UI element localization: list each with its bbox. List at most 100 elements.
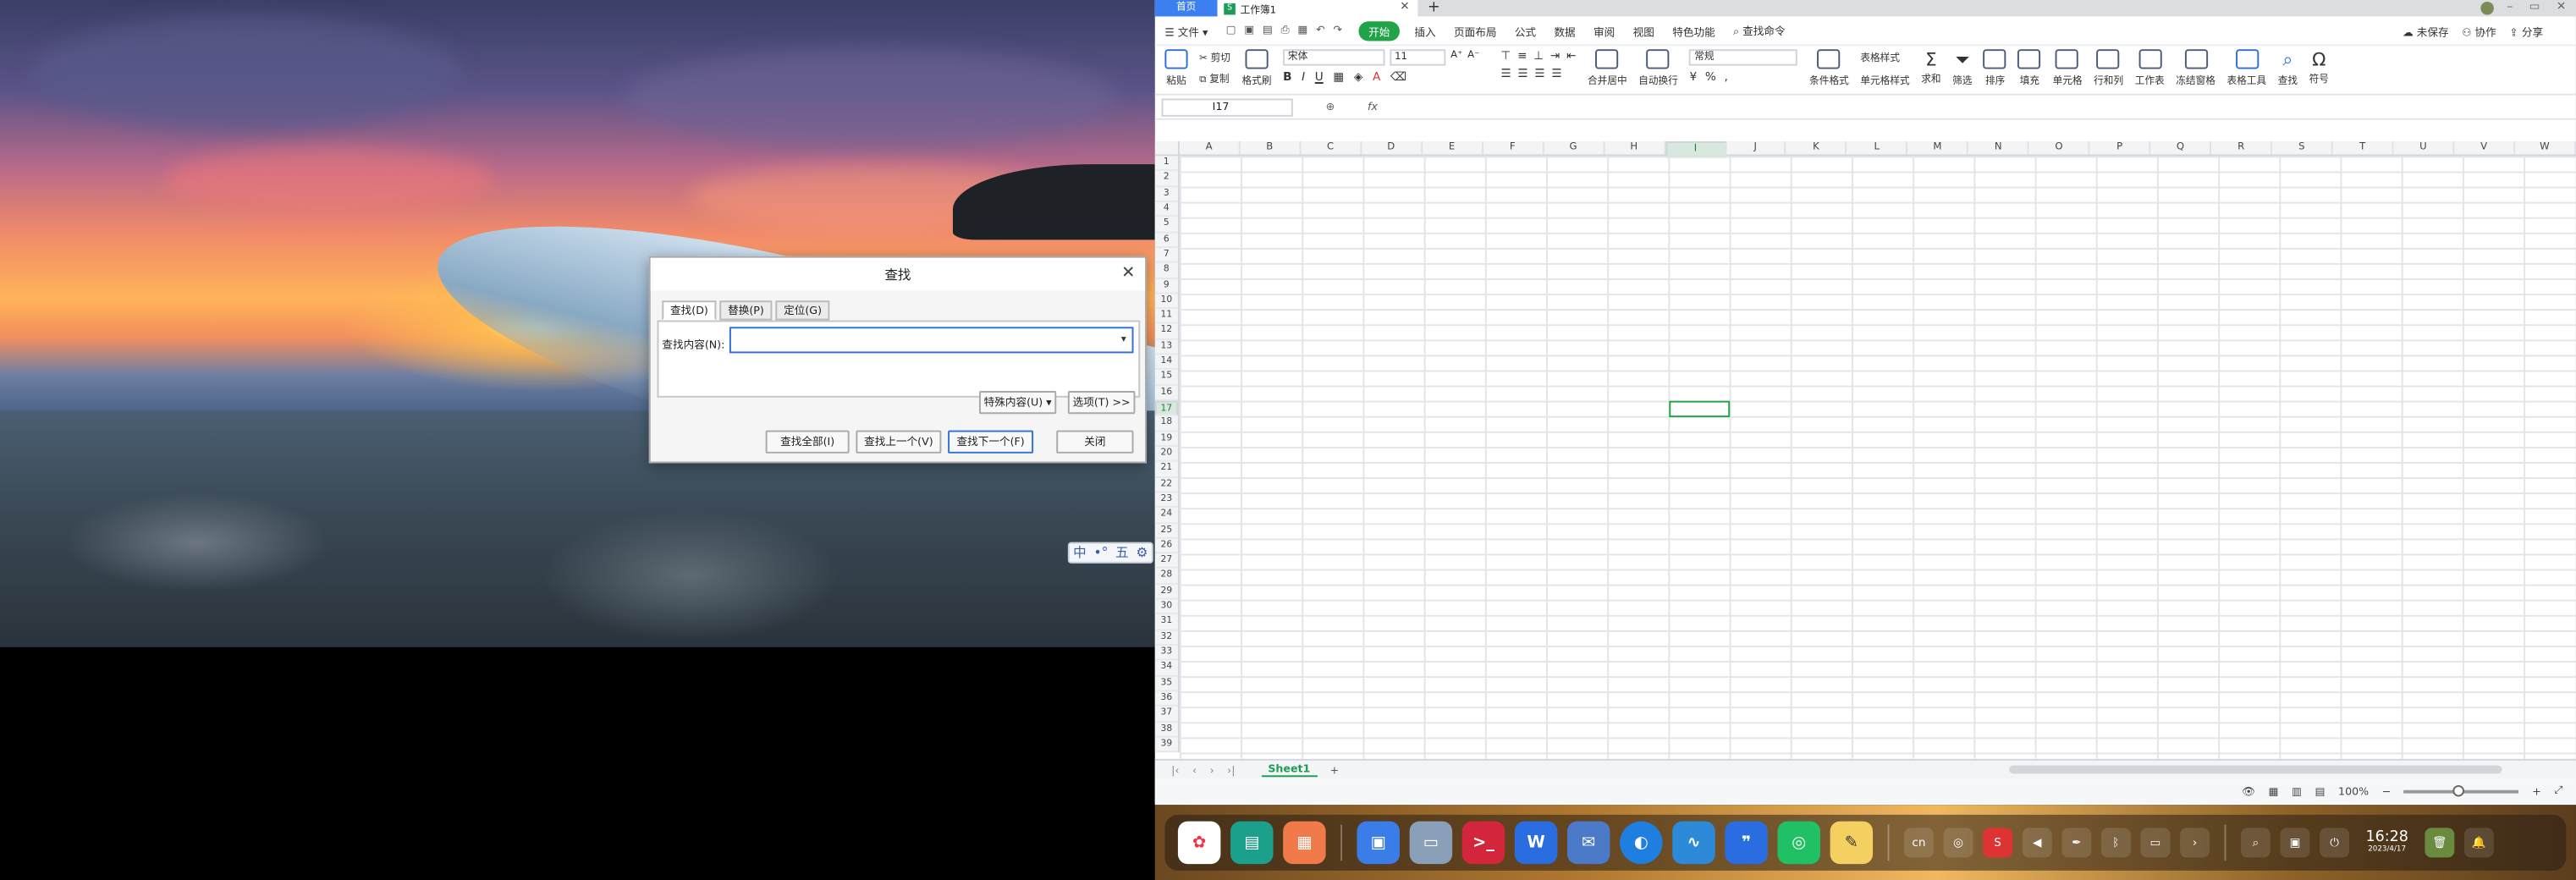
tab-features[interactable]: 特色功能 (1672, 22, 1715, 39)
find-prev-button[interactable]: 查找上一个(V) (856, 430, 942, 454)
app-store-icon[interactable]: ▦ (1283, 821, 1326, 865)
row-header[interactable]: 15 (1154, 371, 1178, 386)
table-style-button[interactable]: 表格样式 (1860, 49, 1900, 64)
conditional-format-button[interactable]: 条件格式 (1809, 49, 1849, 87)
minimize-icon[interactable]: – (2507, 0, 2513, 14)
row-header[interactable]: 6 (1154, 233, 1178, 248)
currency-icon[interactable]: ¥ (1689, 70, 1697, 84)
row-header[interactable]: 33 (1154, 646, 1178, 662)
multitask-icon[interactable]: ▣ (2280, 828, 2310, 858)
row-header[interactable]: 11 (1154, 309, 1178, 325)
next-sheet-icon[interactable]: › (1210, 763, 1214, 777)
hamburger-icon[interactable]: ☰ 文件 ▾ (1164, 22, 1208, 39)
ime-punct[interactable]: •° (1093, 546, 1108, 560)
chevron-down-icon[interactable]: ▾ (1115, 328, 1131, 351)
maximize-icon[interactable]: ▭ (2529, 0, 2540, 14)
share-button[interactable]: ⇪ 分享 (2509, 22, 2543, 39)
close-tab-icon[interactable]: ✕ (1400, 0, 1409, 14)
row-header[interactable]: 19 (1154, 432, 1178, 447)
column-header[interactable]: C (1301, 140, 1362, 155)
column-header[interactable]: M (1908, 140, 1969, 155)
decrease-font-icon[interactable]: A⁻ (1467, 49, 1479, 65)
wps-icon[interactable]: W (1514, 821, 1558, 865)
row-header[interactable]: 32 (1154, 630, 1178, 646)
notification-icon[interactable]: 🔔 (2463, 828, 2494, 858)
paste-button[interactable]: 粘贴 (1164, 49, 1188, 87)
tab-start[interactable]: 开始 (1358, 20, 1400, 41)
print-icon[interactable]: ⎙ (1281, 23, 1290, 37)
outdent-icon[interactable]: ⇤ (1566, 49, 1576, 63)
pen-icon[interactable]: ✒ (2061, 828, 2092, 858)
column-header[interactable]: Q (2151, 140, 2212, 155)
horizontal-scrollbar[interactable] (2009, 765, 2502, 774)
language-indicator[interactable]: cn (1903, 828, 1934, 858)
save-icon[interactable]: ▣ (1244, 23, 1254, 37)
column-header[interactable]: L (1847, 140, 1908, 155)
font-family-select[interactable]: 宋体 (1283, 49, 1385, 66)
column-header[interactable]: E (1423, 140, 1483, 155)
row-header[interactable]: 26 (1154, 538, 1178, 554)
prev-sheet-icon[interactable]: ‹ (1192, 763, 1197, 777)
fullscreen-icon[interactable]: ⤢ (2554, 784, 2562, 798)
font-size-select[interactable]: 11 (1390, 49, 1446, 66)
align-middle-icon[interactable]: ≡ (1517, 49, 1527, 63)
preview-icon[interactable]: ▦ (1297, 23, 1307, 37)
row-header[interactable]: 28 (1154, 569, 1178, 585)
ime-settings-icon[interactable]: ⚙ (1136, 546, 1148, 560)
row-header[interactable]: 14 (1154, 355, 1178, 371)
bluetooth-icon[interactable]: ᛒ (2100, 828, 2131, 858)
close-button[interactable]: 关闭 (1056, 430, 1134, 454)
increase-font-icon[interactable]: A⁺ (1450, 49, 1462, 65)
tab-review[interactable]: 审阅 (1593, 22, 1615, 39)
row-header[interactable]: 9 (1154, 278, 1178, 294)
redo-icon[interactable]: ↷ (1333, 23, 1342, 37)
tab-find[interactable]: 查找(D) (662, 300, 717, 321)
row-header[interactable]: 38 (1154, 722, 1178, 738)
align-center-icon[interactable]: ☰ (1517, 68, 1527, 81)
file-manager-icon[interactable]: ▤ (1230, 821, 1274, 865)
column-header[interactable]: T (2333, 140, 2394, 155)
browser-icon[interactable]: ◐ (1620, 821, 1663, 865)
close-window-icon[interactable]: ✕ (2557, 0, 2566, 14)
row-header[interactable]: 1 (1154, 156, 1178, 172)
zoom-slider[interactable] (2403, 784, 2519, 796)
search-tray-icon[interactable]: ⌕ (2240, 828, 2271, 858)
tab-formula[interactable]: 公式 (1515, 22, 1536, 39)
row-header[interactable]: 7 (1154, 248, 1178, 263)
row-header[interactable]: 36 (1154, 691, 1178, 707)
row-header[interactable]: 17 (1154, 400, 1178, 416)
tab-goto[interactable]: 定位(G) (775, 300, 830, 321)
trash-icon[interactable]: 🗑 (2425, 828, 2455, 858)
unsaved-status[interactable]: ☁ 未保存 (2403, 22, 2449, 39)
row-header[interactable]: 35 (1154, 676, 1178, 692)
percent-icon[interactable]: % (1705, 70, 1716, 84)
column-header[interactable]: B (1240, 140, 1302, 155)
cut-button[interactable]: ✂ 剪切 (1199, 49, 1230, 64)
export-icon[interactable]: ▤ (1263, 23, 1273, 37)
wrap-button[interactable]: 自动换行 (1638, 49, 1678, 87)
open-icon[interactable]: ▢ (1226, 23, 1236, 37)
column-header[interactable]: S (2272, 140, 2333, 155)
volume-icon[interactable]: ◀ (2022, 828, 2052, 858)
notes-icon[interactable]: ✎ (1830, 821, 1874, 865)
tab-view[interactable]: 视图 (1633, 22, 1654, 39)
column-header[interactable]: J (1726, 140, 1787, 155)
indent-icon[interactable]: ⇥ (1550, 49, 1560, 63)
row-header[interactable]: 31 (1154, 615, 1178, 630)
command-search[interactable]: ⌕ 查找命令 (1733, 21, 1786, 39)
row-header[interactable]: 8 (1154, 263, 1178, 279)
terminal-icon[interactable]: >_ (1461, 821, 1505, 865)
first-sheet-icon[interactable]: |‹ (1171, 763, 1179, 777)
row-header[interactable]: 29 (1154, 585, 1178, 600)
avatar[interactable] (2480, 1, 2494, 15)
files-icon[interactable]: ▣ (1357, 821, 1400, 865)
view-break-icon[interactable]: ▤ (2315, 784, 2326, 798)
view-normal-icon[interactable]: ▦ (2269, 784, 2279, 798)
power-icon[interactable]: ⏻ (2320, 828, 2350, 858)
bold-icon[interactable]: B (1283, 70, 1291, 84)
column-header[interactable]: U (2393, 140, 2455, 155)
sort-button[interactable]: 排序 (1984, 49, 2007, 87)
worksheet-button[interactable]: 工作表 (2135, 49, 2165, 87)
row-header[interactable]: 23 (1154, 492, 1178, 509)
cell-button[interactable]: 单元格 (2053, 49, 2083, 87)
